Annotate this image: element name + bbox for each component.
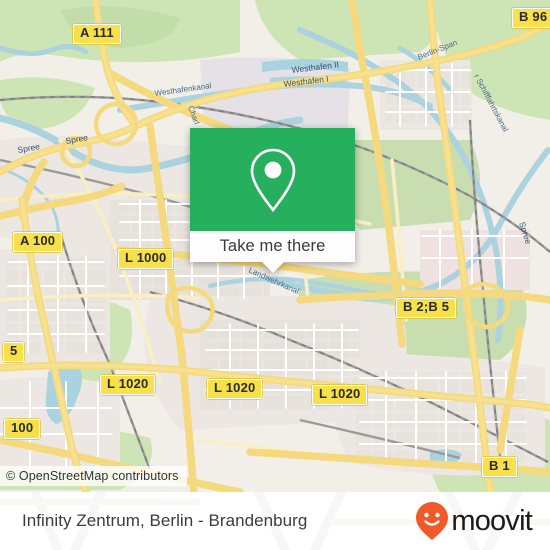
- place-callout-card[interactable]: Take me there: [190, 128, 355, 273]
- road-shield: B 1: [482, 457, 517, 477]
- road-shield: L 1020: [207, 379, 263, 399]
- screenshot-root: .water{fill:#aad3df;} .waterline{stroke:…: [0, 0, 550, 550]
- take-me-there-button[interactable]: Take me there: [190, 231, 355, 262]
- map-attribution[interactable]: © OpenStreetMap contributors: [0, 466, 187, 486]
- road-shield: B 96: [512, 8, 550, 28]
- callout-image: [190, 128, 355, 231]
- road-shield: L 1020: [100, 375, 156, 395]
- moovit-wordmark: moovit: [451, 504, 532, 537]
- page-title: Infinity Zentrum, Berlin - Brandenburg: [22, 511, 308, 530]
- road-shield: L 1020: [312, 385, 368, 405]
- moovit-smiley-pin-icon: [416, 502, 449, 540]
- road-shield: A 111: [73, 24, 121, 44]
- road-shield: B 2;B 5: [396, 298, 457, 318]
- road-shield: A 100: [13, 232, 63, 252]
- road-shield: 5: [3, 342, 25, 362]
- road-shield: L 1000: [118, 249, 174, 269]
- location-pin-icon: [250, 148, 295, 212]
- callout-tail: [261, 262, 284, 273]
- moovit-logo[interactable]: moovit: [415, 501, 533, 541]
- road-shield: 100: [4, 419, 41, 439]
- footer-bar: Infinity Zentrum, Berlin - Brandenburg m…: [0, 492, 550, 550]
